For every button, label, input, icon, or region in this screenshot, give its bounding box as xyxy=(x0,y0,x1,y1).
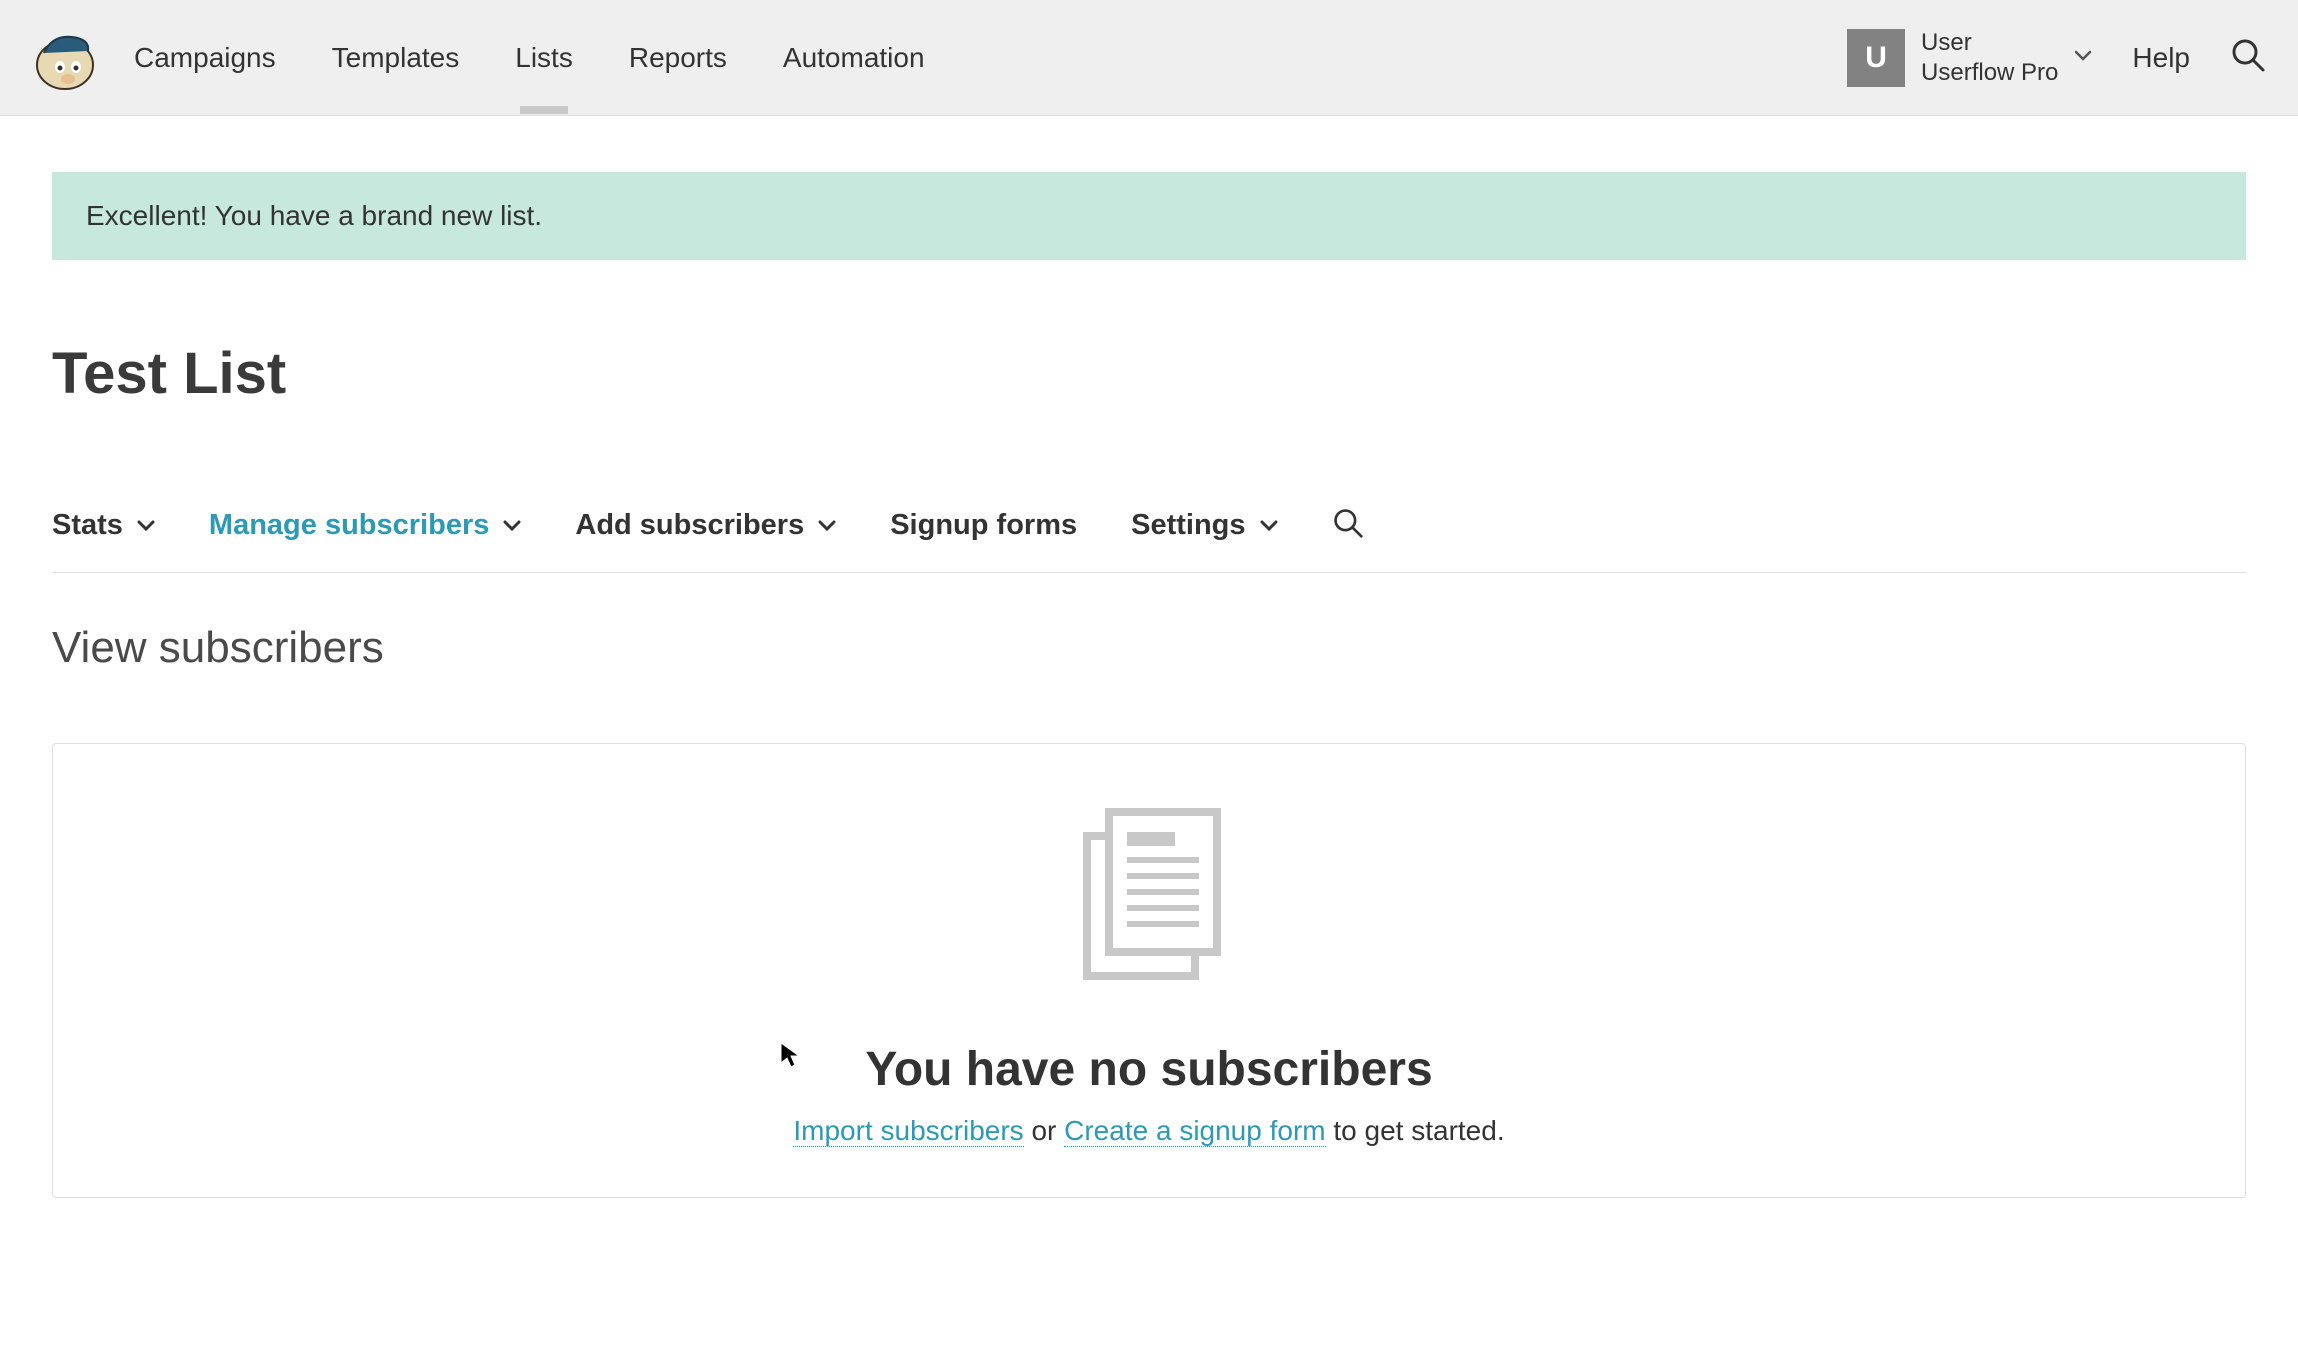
user-menu[interactable]: U User Userflow Pro xyxy=(1847,28,2092,88)
subnav-search-button[interactable] xyxy=(1332,507,1364,544)
search-icon xyxy=(1332,507,1364,539)
page-title: Test List xyxy=(52,340,2246,407)
brand-logo[interactable] xyxy=(32,25,98,91)
nav-reports[interactable]: Reports xyxy=(629,2,727,114)
nav-lists[interactable]: Lists xyxy=(515,2,573,114)
content-area: Excellent! You have a brand new list. Te… xyxy=(0,116,2298,1198)
tab-settings-label: Settings xyxy=(1131,509,1245,542)
search-button[interactable] xyxy=(2230,37,2266,78)
empty-state-title: You have no subscribers xyxy=(93,1042,2205,1097)
tab-stats-label: Stats xyxy=(52,509,123,542)
create-signup-form-link[interactable]: Create a signup form xyxy=(1064,1115,1325,1147)
tab-add-subscribers[interactable]: Add subscribers xyxy=(575,509,836,542)
user-name: User xyxy=(1921,28,2058,58)
success-notice: Excellent! You have a brand new list. xyxy=(52,172,2246,260)
nav-campaigns[interactable]: Campaigns xyxy=(134,2,276,114)
tab-signup-forms[interactable]: Signup forms xyxy=(890,509,1077,542)
document-icon xyxy=(1069,804,1229,994)
chevron-down-icon xyxy=(1260,520,1278,532)
chevron-down-icon xyxy=(2074,49,2092,67)
empty-connector: or xyxy=(1024,1115,1064,1146)
topbar-right: U User Userflow Pro Help xyxy=(1847,28,2266,88)
tab-manage-subscribers-label: Manage subscribers xyxy=(209,509,489,542)
empty-state: You have no subscribers Import subscribe… xyxy=(52,743,2246,1198)
user-avatar: U xyxy=(1847,29,1905,87)
import-subscribers-link[interactable]: Import subscribers xyxy=(793,1115,1023,1147)
chevron-down-icon xyxy=(818,520,836,532)
top-navigation: Campaigns Templates Lists Reports Automa… xyxy=(0,0,2298,116)
tab-signup-forms-label: Signup forms xyxy=(890,509,1077,542)
user-account: Userflow Pro xyxy=(1921,58,2058,88)
nav-templates[interactable]: Templates xyxy=(332,2,460,114)
main-nav: Campaigns Templates Lists Reports Automa… xyxy=(134,2,1847,114)
user-text-block: User Userflow Pro xyxy=(1921,28,2058,88)
list-subnav: Stats Manage subscribers Add subscribers… xyxy=(52,507,2246,573)
empty-suffix: to get started. xyxy=(1326,1115,1505,1146)
tab-add-subscribers-label: Add subscribers xyxy=(575,509,804,542)
empty-state-text: Import subscribers or Create a signup fo… xyxy=(93,1115,2205,1147)
tab-manage-subscribers[interactable]: Manage subscribers xyxy=(209,509,521,542)
chevron-down-icon xyxy=(137,520,155,532)
search-icon xyxy=(2230,37,2266,73)
help-link[interactable]: Help xyxy=(2132,42,2190,74)
nav-automation[interactable]: Automation xyxy=(783,2,925,114)
section-title: View subscribers xyxy=(52,623,2246,673)
tab-stats[interactable]: Stats xyxy=(52,509,155,542)
chevron-down-icon xyxy=(503,520,521,532)
tab-settings[interactable]: Settings xyxy=(1131,509,1277,542)
